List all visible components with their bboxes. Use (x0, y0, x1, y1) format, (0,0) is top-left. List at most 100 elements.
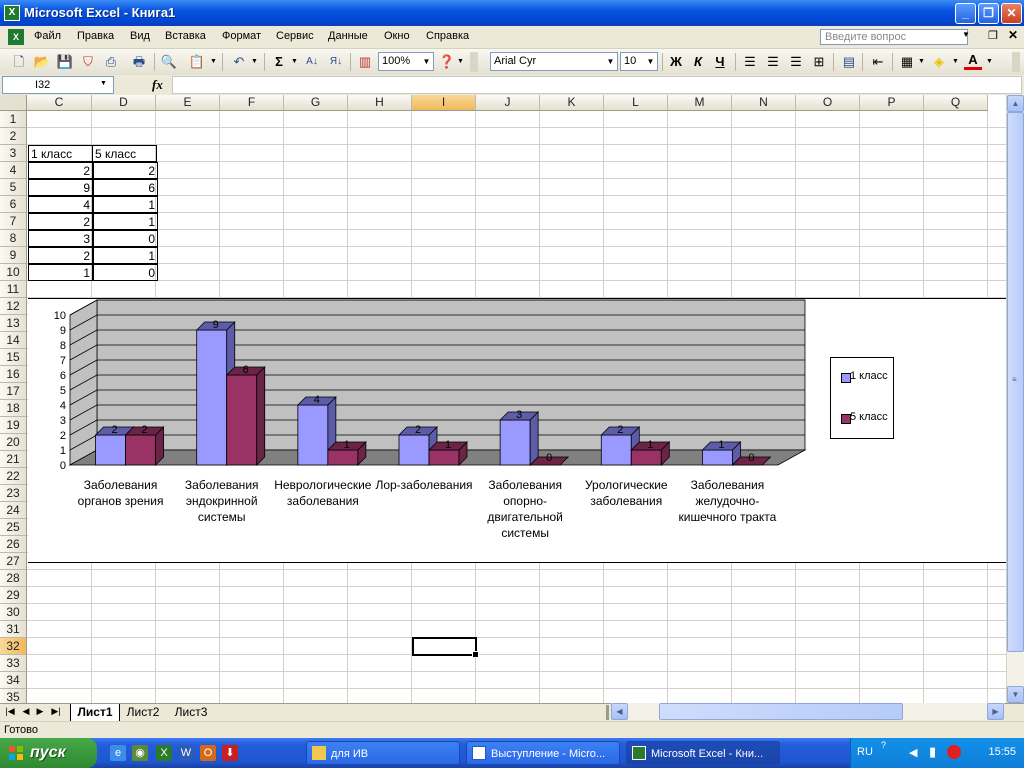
fill-handle[interactable] (472, 651, 479, 658)
borders-dropdown-icon[interactable]: ▼ (918, 58, 925, 65)
font-size-select[interactable]: 10 ▼ (620, 52, 658, 71)
chart-wizard-icon[interactable]: ▥ (356, 53, 374, 71)
word-quicklaunch-icon[interactable]: W (178, 745, 194, 761)
start-button[interactable]: пуск (0, 738, 97, 768)
task-folder[interactable]: для ИВ (306, 741, 460, 765)
paste-icon[interactable]: 📋 (188, 53, 206, 71)
cell-c9[interactable]: 2 (28, 247, 93, 264)
column-header-k[interactable]: K (540, 95, 604, 111)
column-header-n[interactable]: N (732, 95, 796, 111)
close-button[interactable]: ✕ (1001, 3, 1022, 24)
row-header-22[interactable]: 22 (0, 468, 27, 485)
bold-button[interactable]: Ж (667, 53, 685, 71)
row-header-14[interactable]: 14 (0, 332, 27, 349)
row-header-20[interactable]: 20 (0, 434, 27, 451)
permission-icon[interactable]: ⛉ (79, 53, 97, 71)
desktop-icon[interactable]: ◉ (132, 745, 148, 761)
row-header-21[interactable]: 21 (0, 451, 27, 468)
row-header-28[interactable]: 28 (0, 570, 27, 587)
paste-dropdown-icon[interactable]: ▼ (210, 58, 217, 65)
cell-d8[interactable]: 0 (93, 230, 158, 247)
horizontal-scrollbar[interactable]: ◀ ▶ (611, 703, 1004, 720)
doc-restore-icon[interactable]: ❐ (988, 29, 998, 42)
menu-tools[interactable]: Сервис (276, 30, 314, 42)
cell-d10[interactable]: 0 (93, 264, 158, 281)
language-indicator[interactable]: RU (857, 746, 873, 758)
column-header-i[interactable]: I (412, 95, 476, 111)
row-header-17[interactable]: 17 (0, 383, 27, 400)
cell-d9[interactable]: 1 (93, 247, 158, 264)
select-all-corner[interactable] (0, 95, 27, 111)
row-header-25[interactable]: 25 (0, 519, 27, 536)
sheet-tab-3[interactable]: Лист3 (170, 704, 212, 721)
column-header-o[interactable]: O (796, 95, 860, 111)
cell-c4[interactable]: 2 (28, 162, 93, 179)
row-header-26[interactable]: 26 (0, 536, 27, 553)
row-header-34[interactable]: 34 (0, 672, 27, 689)
scroll-down-icon[interactable]: ▼ (1007, 686, 1024, 703)
sort-descending-icon[interactable]: Я↓ (327, 53, 345, 71)
antivirus-icon[interactable] (947, 745, 961, 759)
task-excel[interactable]: Microsoft Excel - Кни... (626, 741, 780, 765)
cell-c6[interactable]: 4 (28, 196, 93, 213)
font-color-dropdown-icon[interactable]: ▼ (986, 58, 993, 65)
column-header-e[interactable]: E (156, 95, 220, 111)
tab-split-handle[interactable] (606, 705, 609, 720)
column-header-m[interactable]: M (668, 95, 732, 111)
print-preview-icon[interactable]: ⎙ (102, 53, 120, 71)
cell-d4[interactable]: 2 (93, 162, 158, 179)
cell-c5[interactable]: 9 (28, 179, 93, 196)
row-header-13[interactable]: 13 (0, 315, 27, 332)
menu-help[interactable]: Справка (426, 30, 469, 42)
row-header-18[interactable]: 18 (0, 400, 27, 417)
cell-d7[interactable]: 1 (93, 213, 158, 230)
row-header-19[interactable]: 19 (0, 417, 27, 434)
zoom-select[interactable]: 100% ▼ (378, 52, 434, 71)
sheet-tab-2[interactable]: Лист2 (122, 704, 164, 721)
task-word[interactable]: Выступление - Micro... (466, 741, 620, 765)
sort-ascending-icon[interactable]: A↓ (303, 53, 321, 71)
help-dropdown-icon[interactable]: ▼ (457, 58, 464, 65)
chevron-down-icon[interactable]: ▼ (604, 53, 617, 70)
underline-button[interactable]: Ч (711, 53, 729, 71)
row-header-1[interactable]: 1 (0, 111, 27, 128)
menu-window[interactable]: Окно (384, 30, 410, 42)
collapse-tray-icon[interactable]: ◀ (909, 746, 917, 759)
toolbar-grip[interactable] (470, 52, 478, 72)
sheet-tab-1[interactable]: Лист1 (70, 704, 120, 722)
row-header-35[interactable]: 35 (0, 689, 27, 703)
cell-d3[interactable]: 5 класс (92, 145, 157, 162)
row-header-8[interactable]: 8 (0, 230, 27, 247)
outlook-icon[interactable]: O (200, 745, 216, 761)
column-header-c[interactable]: C (27, 95, 92, 111)
row-header-24[interactable]: 24 (0, 502, 27, 519)
research-icon[interactable]: 🔍 (160, 53, 178, 71)
formula-input[interactable] (172, 76, 1022, 94)
restore-button[interactable]: ❐ (978, 3, 999, 24)
column-header-d[interactable]: D (92, 95, 156, 111)
row-header-27[interactable]: 27 (0, 553, 27, 570)
title-bar[interactable]: X Microsoft Excel - Книга1 _ ❐ ✕ (0, 0, 1024, 26)
horizontal-scroll-thumb[interactable] (659, 703, 903, 720)
insert-function-icon[interactable]: fx (152, 77, 163, 93)
menu-data[interactable]: Данные (328, 30, 368, 42)
column-header-h[interactable]: H (348, 95, 412, 111)
menu-view[interactable]: Вид (130, 30, 150, 42)
scroll-up-icon[interactable]: ▲ (1007, 95, 1024, 112)
spreadsheet-grid[interactable]: CDEFGHIJKLMNOPQ 1 2 3 4 5 6 7 8 9 10 11 12 13 14 15 16 1… (0, 95, 1006, 703)
cell-c3[interactable]: 1 класс (28, 145, 93, 162)
borders-icon[interactable]: ▦ (898, 53, 916, 71)
row-header-11[interactable]: 11 (0, 281, 27, 298)
row-header-9[interactable]: 9 (0, 247, 27, 264)
scroll-left-icon[interactable]: ◀ (611, 703, 628, 720)
menu-file[interactable]: Файл (34, 30, 61, 42)
row-header-4[interactable]: 4 (0, 162, 27, 179)
prev-sheet-icon[interactable]: ◀ (20, 706, 32, 717)
row-header-2[interactable]: 2 (0, 128, 27, 145)
font-select[interactable]: Arial Cyr ▼ (490, 52, 618, 71)
print-icon[interactable]: 🖶 (130, 53, 148, 71)
menu-insert[interactable]: Вставка (165, 30, 206, 42)
menu-format[interactable]: Формат (222, 30, 261, 42)
align-left-icon[interactable]: ☰ (741, 53, 759, 71)
workbook-icon[interactable]: X (8, 29, 24, 45)
